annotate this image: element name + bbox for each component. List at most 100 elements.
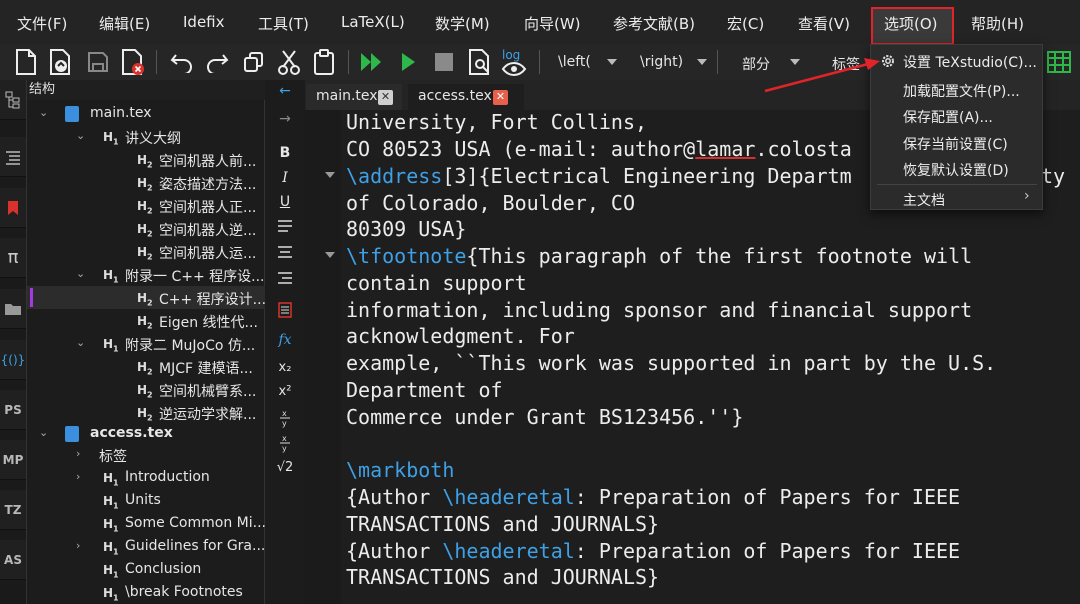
menu-save-current-settings[interactable]: 保存当前设置(C) xyxy=(903,134,1008,154)
fold-marker-icon[interactable] xyxy=(325,252,335,258)
tree-section[interactable]: ⌄ H1 讲义大纲 xyxy=(27,125,265,148)
dfrac-icon[interactable]: xy xyxy=(265,433,305,457)
menu-macros[interactable]: 宏(C) xyxy=(727,13,764,34)
bookmarks-tab-icon[interactable] xyxy=(0,188,26,228)
cut-icon[interactable] xyxy=(275,48,303,76)
chevron-down-icon[interactable] xyxy=(697,59,707,65)
menu-wizards[interactable]: 向导(W) xyxy=(524,13,581,34)
close-file-icon[interactable] xyxy=(119,48,147,76)
italic-button[interactable]: I xyxy=(265,170,305,186)
tree-section[interactable]: › H1 Introduction xyxy=(27,466,265,489)
nav-back-icon[interactable]: ← xyxy=(265,83,305,99)
tree-subsection[interactable]: H2 空间机器人逆... xyxy=(27,217,265,240)
symbols-tab-icon[interactable]: π xyxy=(0,238,26,278)
tree-subsection[interactable]: H2 空间机器人运... xyxy=(27,240,265,263)
menu-configure-texstudio[interactable]: 设置 TeXstudio(C)... xyxy=(903,52,1037,72)
view-pdf-icon[interactable] xyxy=(466,48,494,76)
tree-section[interactable]: H1 \break Footnotes xyxy=(27,581,265,604)
tree-subsection[interactable]: H2 空间机器人前... xyxy=(27,148,265,171)
underline-button[interactable]: U xyxy=(265,194,305,210)
tree-subsection-selected[interactable]: H2 C++ 程序设计... xyxy=(27,286,266,309)
chevron-down-icon[interactable] xyxy=(790,59,800,65)
new-file-icon[interactable] xyxy=(12,48,40,76)
align-center-icon[interactable] xyxy=(265,246,305,262)
chevron-down-icon[interactable]: ⌄ xyxy=(76,129,85,142)
menu-tools[interactable]: 工具(T) xyxy=(258,13,309,34)
tab-access-tex[interactable]: access.tex ✕ xyxy=(408,84,524,110)
menu-master-document[interactable]: 主文档 xyxy=(903,190,945,210)
tree-labels-group[interactable]: › 标签 xyxy=(27,443,265,466)
bold-button[interactable]: B xyxy=(265,145,305,161)
tikz-tab[interactable]: TZ xyxy=(0,490,26,530)
math-function-button[interactable]: fx xyxy=(265,332,305,348)
asymptote-tab[interactable]: AS xyxy=(0,540,26,580)
copy-icon[interactable] xyxy=(240,48,268,76)
menu-view[interactable]: 查看(V) xyxy=(798,13,850,34)
fraction-icon[interactable]: xy xyxy=(265,408,305,432)
metapost-tab[interactable]: MP xyxy=(0,440,26,480)
tree-file-access[interactable]: ⌄ access.tex xyxy=(27,422,265,445)
redo-icon[interactable] xyxy=(203,48,231,76)
menu-idefix[interactable]: Idefix xyxy=(183,13,225,31)
menu-save-profile[interactable]: 保存配置(A)... xyxy=(903,107,993,127)
menu-restore-defaults[interactable]: 恢复默认设置(D) xyxy=(903,160,1009,180)
tree-section[interactable]: H1 Units xyxy=(27,489,265,512)
tree-subsection[interactable]: H2 MJCF 建模语... xyxy=(27,355,265,378)
pstricks-tab[interactable]: PS xyxy=(0,390,26,430)
chevron-right-icon[interactable]: › xyxy=(76,470,80,483)
toc-tab-icon[interactable] xyxy=(0,137,26,177)
menu-latex[interactable]: LaTeX(L) xyxy=(341,13,405,31)
section-dropdown[interactable]: 部分 xyxy=(742,54,770,74)
brackets-tab-icon[interactable]: {()} xyxy=(0,340,26,380)
tree-subsection[interactable]: H2 姿态描述方法... xyxy=(27,171,265,194)
chevron-down-icon[interactable]: ⌄ xyxy=(39,426,48,439)
menu-help[interactable]: 帮助(H) xyxy=(971,13,1024,34)
chevron-right-icon[interactable]: › xyxy=(76,447,80,460)
tree-subsection[interactable]: H2 逆运动学求解... xyxy=(27,401,265,424)
superscript-button[interactable]: x² xyxy=(265,384,305,399)
fold-marker-icon[interactable] xyxy=(325,172,335,178)
chevron-down-icon[interactable]: ⌄ xyxy=(39,106,48,119)
subscript-button[interactable]: x₂ xyxy=(265,360,305,375)
files-tab-icon[interactable] xyxy=(0,289,26,329)
undo-icon[interactable] xyxy=(168,48,196,76)
view-log-icon[interactable]: log xyxy=(500,48,528,76)
tree-section[interactable]: H1 Conclusion xyxy=(27,558,265,581)
chevron-right-icon[interactable]: › xyxy=(76,539,80,552)
menu-options[interactable]: 选项(O) xyxy=(884,13,938,34)
stop-icon[interactable] xyxy=(430,48,458,76)
close-icon[interactable]: ✕ xyxy=(493,90,508,105)
table-icon[interactable] xyxy=(1045,48,1073,76)
save-icon[interactable] xyxy=(84,48,112,76)
align-left-icon[interactable] xyxy=(265,220,305,236)
close-icon[interactable]: ✕ xyxy=(378,90,393,105)
chevron-down-icon[interactable] xyxy=(607,59,617,65)
menu-edit[interactable]: 编辑(E) xyxy=(99,13,150,34)
nav-forward-icon[interactable]: → xyxy=(265,111,305,127)
menu-math[interactable]: 数学(M) xyxy=(435,13,490,34)
tree-section[interactable]: H1 Some Common Mi... xyxy=(27,512,266,535)
right-delimiter-dropdown[interactable]: \right) xyxy=(640,54,683,70)
tree-subsection[interactable]: H2 空间机器人正... xyxy=(27,194,265,217)
compile-icon[interactable] xyxy=(394,48,422,76)
align-right-icon[interactable] xyxy=(265,272,305,288)
menu-bibliography[interactable]: 参考文献(B) xyxy=(613,13,695,34)
label-dropdown[interactable]: 标签 xyxy=(832,54,860,74)
menu-file[interactable]: 文件(F) xyxy=(17,13,67,34)
chevron-down-icon[interactable]: ⌄ xyxy=(76,267,85,280)
structure-tab-icon[interactable] xyxy=(0,80,26,120)
chevron-down-icon[interactable]: ⌄ xyxy=(76,336,85,349)
tree-subsection[interactable]: H2 Eigen 线性代... xyxy=(27,309,265,332)
tree-subsection[interactable]: H2 空间机械臂系... xyxy=(27,378,265,401)
newline-icon[interactable] xyxy=(265,302,305,322)
build-and-view-icon[interactable] xyxy=(358,48,386,76)
tab-main-tex[interactable]: main.tex ✕ xyxy=(306,84,402,110)
menu-load-profile[interactable]: 加载配置文件(P)... xyxy=(903,81,1020,101)
open-file-icon[interactable] xyxy=(47,48,75,76)
tree-section[interactable]: ⌄ H1 附录一 C++ 程序设... xyxy=(27,263,265,286)
left-delimiter-dropdown[interactable]: \left( xyxy=(558,54,591,70)
tree-section[interactable]: ⌄ H1 附录二 MuJoCo 仿... xyxy=(27,332,265,355)
tree-file-main[interactable]: ⌄ main.tex xyxy=(27,102,265,125)
sqrt-button[interactable]: √2 xyxy=(265,460,305,475)
tree-section[interactable]: › H1 Guidelines for Gra... xyxy=(27,535,265,558)
